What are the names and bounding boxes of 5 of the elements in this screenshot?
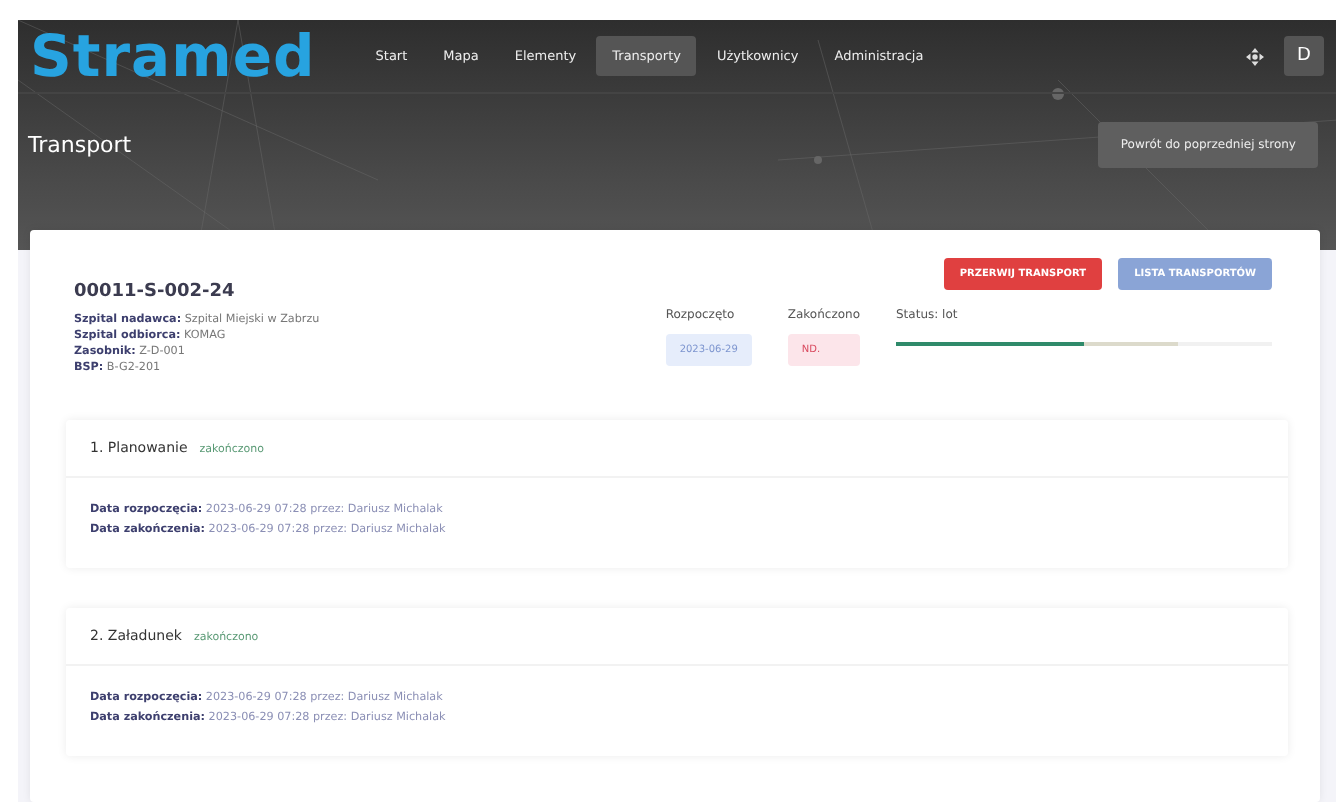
transport-id: 00011-S-002-24 — [74, 282, 237, 302]
logo[interactable]: Stramed — [30, 27, 316, 85]
user-avatar[interactable]: D — [1284, 36, 1324, 76]
move-icon[interactable] — [1246, 47, 1264, 65]
page-title: Transport — [28, 132, 132, 158]
